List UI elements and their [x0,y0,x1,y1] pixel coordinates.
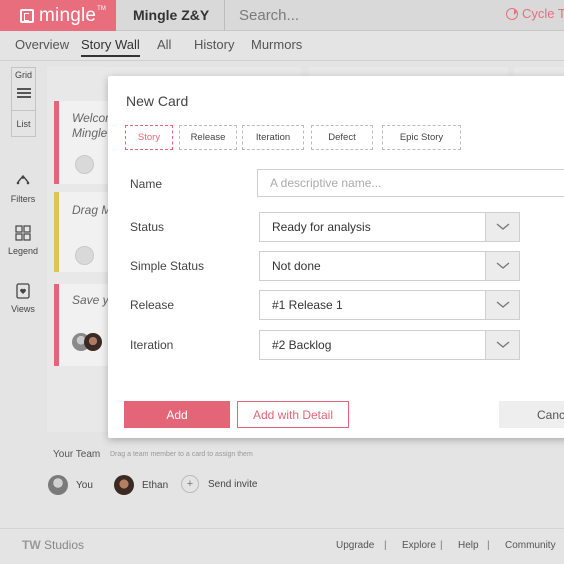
nav-tabs: Overview Story Wall All History Murmors [0,31,564,61]
project-name[interactable]: Mingle Z&Y [133,7,209,23]
story-card[interactable]: Save yo [54,284,115,366]
cycle-icon [506,7,518,20]
team-member-ethan[interactable]: Ethan [114,475,168,495]
chevron-down-icon [496,341,510,348]
logo-text: mingle [39,4,97,26]
team-label: Your Team [53,449,101,460]
chevron-down-icon [496,301,510,308]
type-tab-defect[interactable]: Defect [311,125,373,150]
search-input[interactable] [239,4,439,26]
add-with-detail-button[interactable]: Add with Detail [237,401,349,428]
story-card[interactable]: Welcome Mingle [54,101,122,184]
member-name: Ethan [142,479,169,491]
tw-brand-suffix: Studios [40,538,85,552]
tab-all[interactable]: All [157,37,171,52]
add-button[interactable]: Add [124,401,230,428]
iteration-dropdown-button[interactable] [485,331,519,359]
filters-label: Filters [10,194,36,204]
views-button[interactable]: Views [0,282,46,314]
iteration-label: Iteration [130,338,174,352]
footer-link-help[interactable]: Help [458,540,479,551]
grid-list-toggle: Grid List [11,67,36,137]
tab-history[interactable]: History [194,37,234,52]
simple-status-value: Not done [272,259,321,273]
plus-icon: + [181,475,199,493]
name-input[interactable] [257,169,564,197]
filter-icon [16,174,30,185]
tw-studios-logo[interactable]: TW Studios [22,538,84,552]
legend-button[interactable]: Legend [0,224,46,256]
type-tab-iteration[interactable]: Iteration [242,125,304,150]
grid-list-divider [12,110,35,111]
avatar [84,333,102,351]
status-select[interactable]: Ready for analysis [259,212,520,242]
send-invite-button[interactable]: + Send invite [181,475,257,493]
type-tab-release[interactable]: Release [179,125,237,150]
status-value: Ready for analysis [272,220,371,234]
release-value: #1 Release 1 [272,298,343,312]
team-hint: Drag a team member to a card to assign t… [110,451,253,458]
legend-label: Legend [7,246,39,256]
cancel-button[interactable]: Cancel [499,401,564,428]
chevron-down-icon [496,262,510,269]
footer-separator: | [440,540,443,551]
tab-story-wall[interactable]: Story Wall [81,37,140,57]
simple-status-label: Simple Status [130,259,205,273]
card-owner-placeholder[interactable] [75,155,94,174]
footer-link-explore[interactable]: Explore [402,540,436,551]
chevron-down-icon [496,223,510,230]
avatar [114,475,134,495]
iteration-select[interactable]: #2 Backlog [259,330,520,360]
views-label: Views [11,304,35,314]
tab-overview[interactable]: Overview [15,37,69,52]
status-dropdown-button[interactable] [485,213,519,241]
logo-trademark: TM [97,5,106,12]
top-bar: mingle TM Mingle Z&Y Cycle Time [0,0,564,31]
type-tab-story[interactable]: Story [125,125,173,150]
simple-status-select[interactable]: Not done [259,251,520,281]
footer: TW Studios Upgrade | Explore | Help | Co… [0,528,564,564]
new-card-dialog: New Card Story Release Iteration Defect … [108,76,564,438]
cycle-time-link[interactable]: Cycle Time [506,6,564,21]
views-icon [16,283,30,299]
list-view-button[interactable]: List [12,119,35,129]
type-tab-epic-story[interactable]: Epic Story [382,125,461,150]
grid-view-button[interactable]: Grid [12,70,35,80]
release-label: Release [130,298,175,312]
card-owner-placeholder[interactable] [75,246,94,265]
release-select[interactable]: #1 Release 1 [259,290,520,320]
sliders-icon[interactable] [17,87,31,99]
team-member-you[interactable]: You [48,475,93,495]
filters-button[interactable]: Filters [0,172,46,204]
name-label: Name [130,177,163,191]
footer-link-community[interactable]: Community [505,540,556,551]
tab-murmors[interactable]: Murmors [251,37,302,52]
mingle-logo-icon [20,8,34,23]
footer-link-upgrade[interactable]: Upgrade [336,540,374,551]
dialog-title: New Card [126,93,189,109]
iteration-value: #2 Backlog [272,338,332,352]
release-dropdown-button[interactable] [485,291,519,319]
legend-icon [15,225,31,241]
mingle-logo[interactable]: mingle TM [0,0,116,31]
send-invite-label: Send invite [208,478,258,490]
member-name: You [76,479,93,491]
tw-brand-prefix: TW [22,538,41,552]
card-title-line2: Mingle [72,126,108,140]
footer-separator: | [384,540,387,551]
status-label: Status [130,220,165,234]
header-divider [224,0,225,31]
cycle-time-label: Cycle Time [522,6,564,21]
avatar [48,475,68,495]
simple-status-dropdown-button[interactable] [485,252,519,280]
story-card[interactable]: Drag Mo [54,192,118,272]
footer-separator: | [487,540,490,551]
